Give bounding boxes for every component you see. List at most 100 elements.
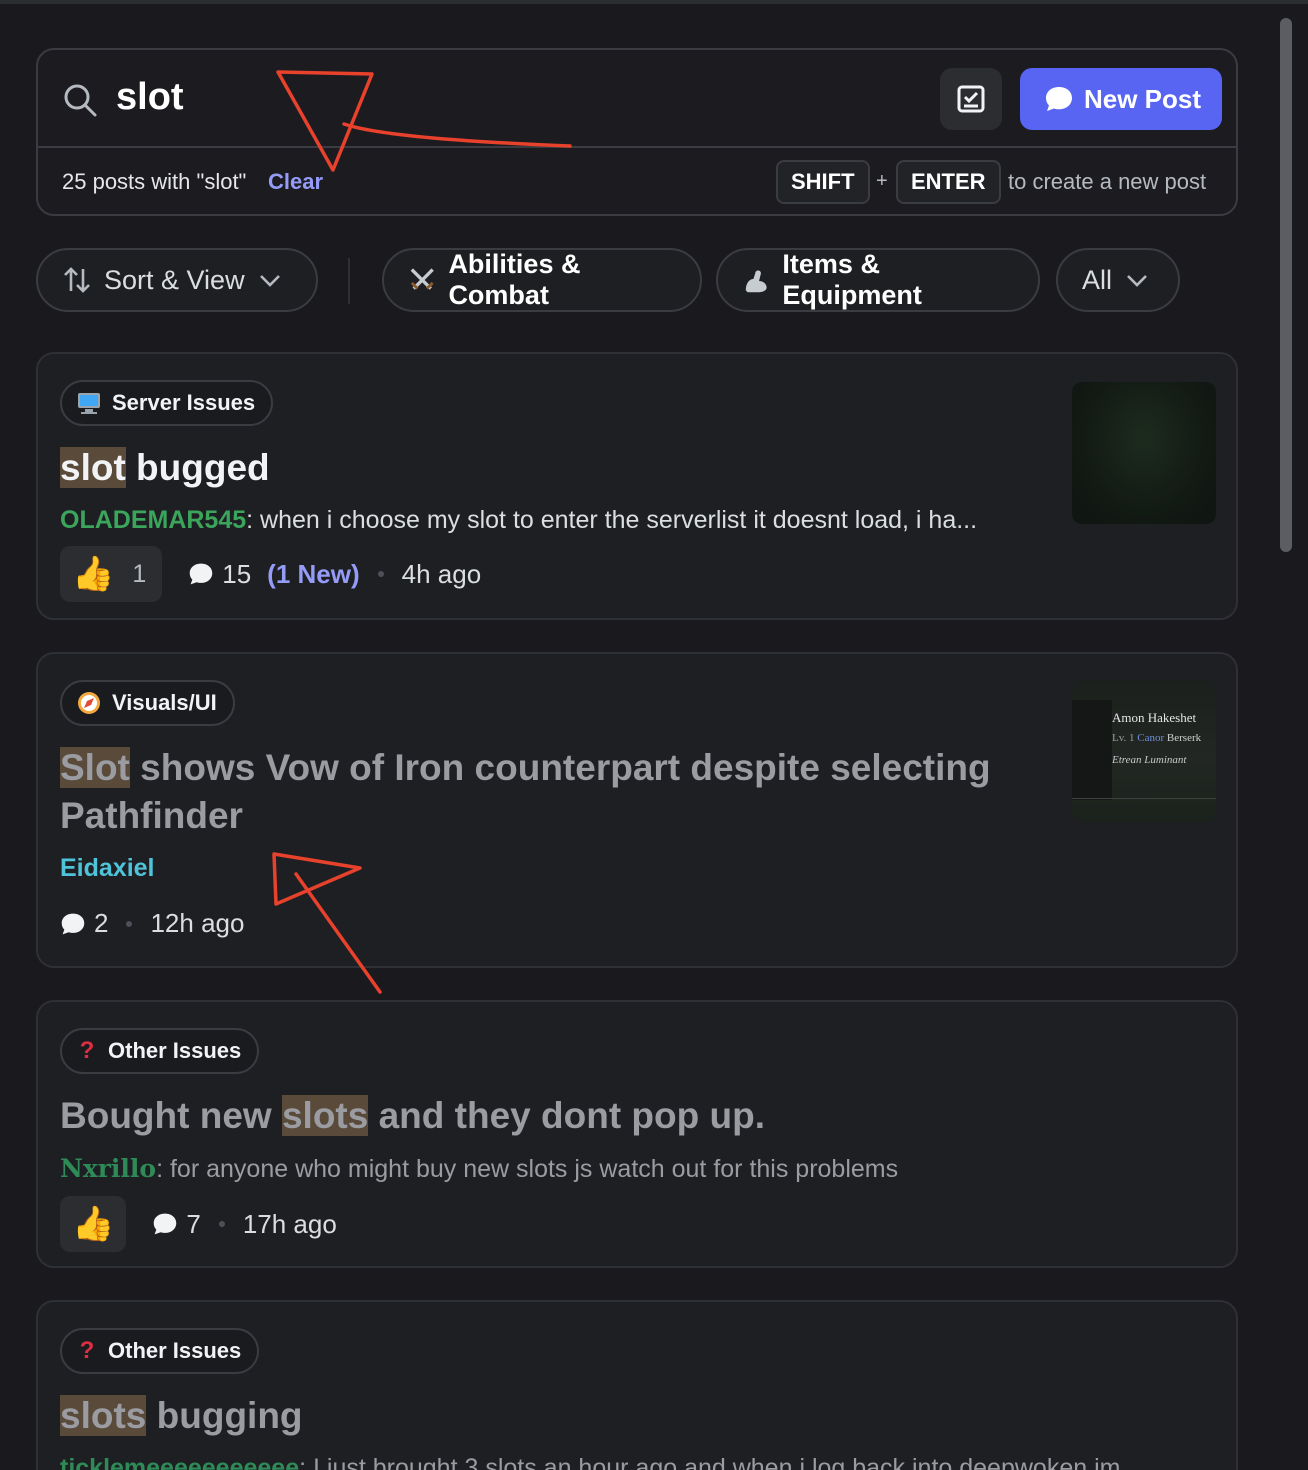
- post-tag-visuals-ui[interactable]: Visuals/UI: [60, 680, 235, 726]
- chat-bubble-icon: [1046, 87, 1072, 111]
- sort-view-dropdown[interactable]: Sort & View: [36, 248, 318, 312]
- new-comment-count: (1 New): [267, 558, 360, 589]
- post-title[interactable]: slots bugging: [60, 1392, 303, 1440]
- search-icon: [64, 84, 97, 117]
- clear-search-link[interactable]: Clear: [268, 169, 323, 195]
- post-snippet: Eidaxiel: [60, 854, 155, 883]
- question-icon: ?: [79, 1337, 95, 1364]
- post-meta: 2 12h ago: [60, 908, 244, 939]
- post-author[interactable]: ticklemeeeeeeeeeee: [60, 1454, 299, 1470]
- question-icon: ?: [79, 1037, 95, 1064]
- search-input[interactable]: slot: [116, 76, 184, 119]
- sort-icon: [64, 267, 90, 293]
- shift-key: SHIFT: [776, 160, 870, 204]
- reaction-button[interactable]: 👍: [60, 1196, 127, 1252]
- thumbnail-level-name: Canor: [1137, 732, 1165, 744]
- post-title[interactable]: slot bugged: [60, 444, 270, 492]
- new-post-button[interactable]: New Post: [1020, 68, 1222, 130]
- comment-count: 15 (1 New): [188, 558, 360, 590]
- thumbnail-character: [1072, 700, 1112, 800]
- post-title-text: shows Vow of Iron counterpart despite se…: [129, 747, 991, 788]
- comment-count: 7: [152, 1208, 201, 1240]
- shortcut-plus: +: [876, 170, 888, 192]
- post-tag-other-issues[interactable]: ? Other Issues: [60, 1028, 260, 1074]
- post-card[interactable]: ? Other Issues Bought new slots and they…: [36, 1000, 1238, 1268]
- post-card[interactable]: Server Issues slot bugged OLADEMAR545: w…: [36, 352, 1238, 620]
- shortcut-hint: to create a new post: [1008, 169, 1207, 194]
- comment-bubble-icon: [189, 563, 213, 585]
- tag-filter-items-equipment[interactable]: Items & Equipment: [716, 248, 1040, 312]
- crossed-swords-icon: [410, 268, 434, 290]
- post-card[interactable]: ? Other Issues slots bugging ticklemeeee…: [36, 1300, 1238, 1470]
- enter-key: ENTER: [896, 160, 1001, 204]
- post-tag-label: Other Issues: [108, 1338, 242, 1363]
- post-snippet: OLADEMAR545: when i choose my slot to en…: [60, 506, 977, 535]
- all-tags-label: All: [1082, 264, 1113, 295]
- post-snippet-text: : I just brought 3 slots an hour ago and…: [299, 1454, 1121, 1470]
- forum-search-page: slot New Post 25 posts with "slot" Clear…: [0, 0, 1308, 1470]
- computer-icon: [78, 393, 100, 414]
- filter-divider: [348, 258, 350, 304]
- thumbnail-level-class: Berserk: [1166, 732, 1202, 744]
- thumbnail-level-prefix: Lv. 1: [1112, 732, 1135, 744]
- post-tag-label: Visuals/UI: [112, 690, 217, 715]
- post-snippet-text: : for anyone who might buy new slots js …: [156, 1155, 899, 1183]
- post-tag-label: Server Issues: [112, 390, 256, 415]
- post-time: 12h ago: [150, 908, 245, 938]
- post-tag-other-issues[interactable]: ? Other Issues: [60, 1328, 260, 1374]
- chevron-down-icon: [1127, 275, 1147, 287]
- tag-filter-abilities-combat[interactable]: Abilities & Combat: [382, 248, 702, 312]
- post-author[interactable]: Nxrillo: [60, 1154, 156, 1183]
- post-snippet: ticklemeeeeeeeeeee: I just brought 3 slo…: [60, 1454, 1120, 1470]
- post-tag-server-issues[interactable]: Server Issues: [60, 380, 274, 426]
- post-card[interactable]: Visuals/UI Slot shows Vow of Iron counte…: [36, 652, 1238, 968]
- comment-count-value: 7: [186, 1208, 201, 1239]
- post-title-text: bugging: [146, 1395, 303, 1436]
- bookmark-check-icon: [957, 85, 985, 113]
- scrollbar-thumb[interactable]: [1280, 18, 1292, 552]
- results-count: 25 posts with "slot": [62, 169, 247, 194]
- search-highlight: Slot: [60, 747, 130, 788]
- sort-view-label: Sort & View: [104, 264, 245, 295]
- new-post-label: New Post: [1084, 83, 1202, 114]
- post-snippet-text: : when i choose my slot to enter the ser…: [246, 506, 978, 534]
- comment-count: 2: [60, 908, 108, 939]
- post-snippet: Nxrillo: for anyone who might buy new sl…: [60, 1154, 898, 1184]
- all-tags-dropdown[interactable]: All: [1056, 248, 1180, 312]
- post-title[interactable]: Slot shows Vow of Iron counterpart despi…: [60, 744, 991, 840]
- post-time: 17h ago: [242, 1208, 337, 1239]
- post-title[interactable]: Bought new slots and they dont pop up.: [60, 1092, 765, 1140]
- comment-count-value: 15: [222, 558, 252, 589]
- thumbs-up-icon: 👍: [72, 1205, 115, 1243]
- meta-separator: [377, 571, 384, 577]
- search-info-row: 25 posts with "slot" Clear SHIFT + ENTER…: [38, 150, 1236, 216]
- search-highlight: slots: [60, 1395, 147, 1436]
- post-tag-label: Other Issues: [108, 1038, 242, 1063]
- chevron-down-icon: [259, 275, 280, 287]
- meta-separator: [126, 920, 133, 927]
- post-author[interactable]: Eidaxiel: [60, 854, 155, 882]
- comment-bubble-icon: [61, 913, 85, 934]
- thumbnail-divider: [1072, 798, 1216, 799]
- flexed-arm-icon: [745, 270, 767, 293]
- search-highlight: slots: [281, 1095, 369, 1136]
- post-author[interactable]: OLADEMAR545: [60, 506, 246, 534]
- search-panel: slot New Post 25 posts with "slot" Clear…: [36, 48, 1238, 216]
- comment-count-value: 2: [94, 908, 109, 938]
- post-meta: 👍 7 17h ago: [60, 1196, 337, 1252]
- tag-filter-items-label: Items & Equipment: [782, 249, 922, 310]
- post-thumbnail[interactable]: [1072, 382, 1216, 524]
- compass-icon: [78, 692, 100, 714]
- post-time: 4h ago: [401, 558, 482, 589]
- thumbs-up-icon: 👍: [72, 555, 115, 593]
- search-bar[interactable]: slot New Post: [38, 50, 1236, 148]
- meta-separator: [218, 1221, 225, 1227]
- reaction-button[interactable]: 👍 1: [60, 546, 163, 602]
- post-title-text: and they dont pop up.: [368, 1095, 765, 1136]
- post-thumbnail[interactable]: Amon Hakeshet Lv. 1 Canor Berserk Etrean…: [1072, 680, 1216, 822]
- post-title-prefix: Bought new: [60, 1095, 282, 1136]
- search-highlight: slot: [60, 447, 126, 488]
- comment-bubble-icon: [154, 1213, 177, 1235]
- saved-posts-button[interactable]: [940, 68, 1002, 130]
- post-title-text: bugged: [125, 447, 270, 488]
